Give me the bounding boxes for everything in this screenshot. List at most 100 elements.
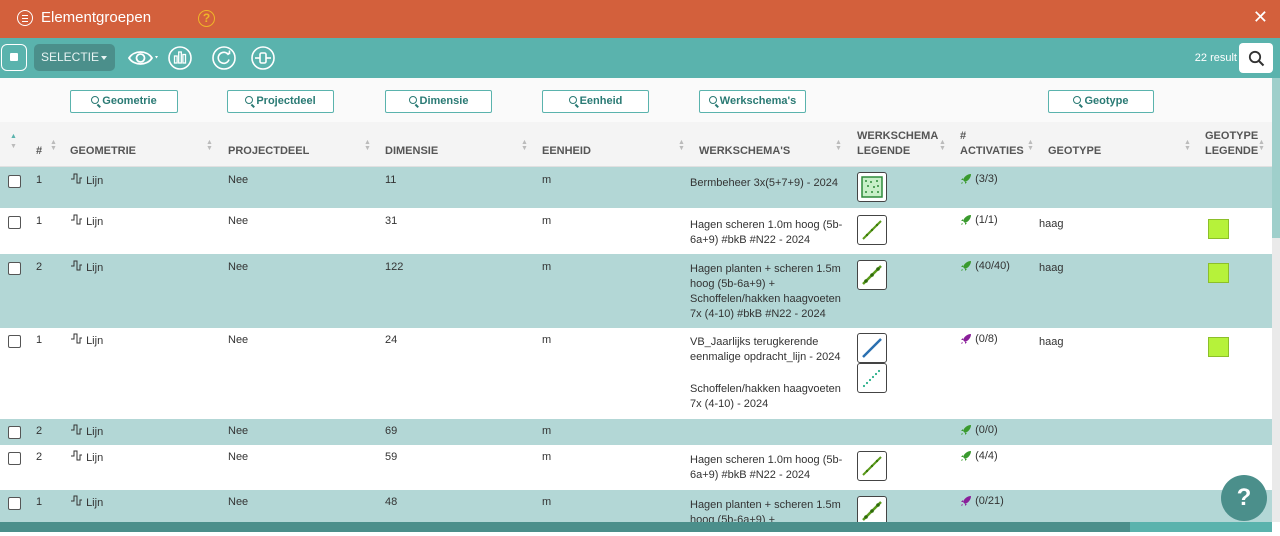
table-row[interactable]: 2 Lijn Nee 69 m (0/0) [0, 419, 1272, 445]
cell-projectdeel: Nee [228, 174, 249, 186]
row-checkbox[interactable] [8, 426, 21, 439]
line-geometry-icon [71, 214, 82, 225]
search-icon [708, 96, 717, 104]
cell-eenheid: m [542, 174, 552, 186]
help-fab-button[interactable]: ? [1221, 475, 1267, 521]
col-header-werkschema-legende[interactable]: WERKSCHEMA LEGENDE [857, 129, 938, 159]
werkschema-legend-swatch[interactable] [857, 333, 887, 363]
search-icon [1248, 50, 1265, 67]
geotype-legend-swatch [1208, 263, 1229, 283]
cell-num: 2 [36, 261, 43, 273]
sort-icon[interactable]: ▲ ▼ [364, 139, 371, 152]
sort-up-icon[interactable]: ▲ [10, 133, 17, 140]
line-geometry-icon [71, 424, 82, 435]
col-header-activaties[interactable]: # ACTIVATIES [960, 129, 1024, 159]
filter-geotype-button[interactable]: Geotype [1048, 90, 1154, 113]
cell-eenheid: m [542, 261, 552, 273]
col-header-dimensie[interactable]: DIMENSIE [385, 144, 438, 159]
werkschema-legend-swatch[interactable] [857, 172, 887, 202]
cell-projectdeel: Nee [228, 451, 249, 463]
sort-icon[interactable]: ▲ ▼ [521, 139, 528, 152]
activaties-text: (0/21) [975, 495, 1004, 507]
help-icon[interactable]: ? [198, 10, 215, 27]
header-line: GEOTYPE [1205, 130, 1259, 142]
header-line: WERKSCHEMA [857, 130, 939, 142]
col-header-geotype[interactable]: GEOTYPE [1048, 144, 1101, 159]
filter-werkschemas-button[interactable]: Werkschema's [699, 90, 806, 113]
vertical-scrollbar[interactable] [1272, 78, 1280, 522]
table-row[interactable]: 2 Lijn Nee 122 m Hagen planten + scheren… [0, 254, 1272, 328]
cell-dimensie: 31 [385, 215, 398, 227]
filter-dimensie-button[interactable]: Dimensie [385, 90, 492, 113]
rocket-icon [961, 425, 971, 436]
cell-dimensie: 11 [385, 174, 397, 186]
toolbar: SELECTIE 22 result [0, 38, 1280, 78]
col-header-num[interactable]: # [36, 144, 42, 159]
search-icon [568, 96, 577, 104]
sort-icon[interactable]: ▲ ▼ [50, 139, 57, 152]
activaties-text: (3/3) [975, 173, 998, 185]
werkschema-legend-swatch[interactable] [857, 260, 887, 290]
cell-werkschema: Bermbeheer 3x(5+7+9) - 2024 [690, 177, 838, 189]
sort-icon[interactable]: ▲ ▼ [206, 139, 213, 152]
col-header-eenheid[interactable]: EENHEID [542, 144, 591, 159]
table-row[interactable]: 2 Lijn Nee 59 m Hagen scheren 1.0m hoog … [0, 445, 1272, 490]
cell-werkschema: Hagen scheren 1.0m hoog (5b-6a+9) #bkB #… [690, 219, 843, 246]
werkschema-legend-swatch[interactable] [857, 215, 887, 245]
cell-eenheid: m [542, 496, 552, 508]
row-checkbox[interactable] [8, 175, 21, 188]
activaties-text: (4/4) [975, 450, 998, 462]
row-checkbox[interactable] [8, 335, 21, 348]
filter-projectdeel-button[interactable]: Projectdeel [227, 90, 334, 113]
close-icon[interactable]: ✕ [1253, 7, 1268, 27]
search-icon [408, 96, 417, 104]
col-header-werkschemas[interactable]: WERKSCHEMA'S [699, 144, 790, 159]
eye-icon[interactable] [127, 46, 161, 70]
col-header-geotype-legende[interactable]: GEOTYPE LEGENDE [1205, 129, 1258, 159]
werkschema-legend-swatch[interactable] [857, 496, 887, 522]
bar-chart-icon[interactable] [168, 46, 192, 70]
table-row[interactable]: 1 Lijn Nee 24 m VB_Jaarlijks terugkerend… [0, 328, 1272, 419]
col-header-projectdeel[interactable]: PROJECTDEEL [228, 144, 309, 159]
row-checkbox[interactable] [8, 452, 21, 465]
scrollbar-thumb[interactable] [0, 522, 1130, 532]
sort-icon[interactable]: ▲ ▼ [1258, 139, 1265, 152]
sort-icon[interactable]: ▲ ▼ [1027, 139, 1034, 152]
col-header-geometrie[interactable]: GEOMETRIE [70, 144, 136, 159]
row-checkbox[interactable] [8, 216, 21, 229]
cell-dimensie: 59 [385, 451, 398, 463]
geometrie-text: Lijn [86, 175, 104, 187]
header-line: ACTIVATIES [960, 145, 1024, 157]
selectie-dropdown[interactable]: SELECTIE [34, 44, 115, 71]
cell-geometrie: Lijn [70, 424, 103, 440]
toggle-slider-icon[interactable] [251, 46, 275, 70]
table-row[interactable]: 1 Lijn Nee 11 m Bermbeheer 3x(5+7+9) - 2… [0, 167, 1272, 208]
cell-projectdeel: Nee [228, 496, 249, 508]
cell-geometrie: Lijn [70, 333, 103, 349]
sort-icon[interactable]: ▲ ▼ [939, 139, 946, 152]
werkschema-legend-swatch[interactable] [857, 451, 887, 481]
row-checkbox[interactable] [8, 262, 21, 275]
cell-num: 1 [36, 334, 43, 346]
table-row[interactable]: 1 Lijn Nee 31 m Hagen scheren 1.0m hoog … [0, 208, 1272, 254]
dotted-area-legend-icon [861, 176, 883, 198]
sort-icon[interactable]: ▲ ▼ [1184, 139, 1191, 152]
scrollbar-thumb[interactable] [1272, 78, 1280, 238]
row-checkbox[interactable] [8, 497, 21, 510]
list-menu-icon[interactable] [17, 10, 33, 26]
sort-icon[interactable]: ▲ ▼ [678, 139, 685, 152]
werkschema-legend-swatch[interactable] [857, 363, 887, 393]
refresh-icon[interactable] [212, 46, 236, 70]
filter-eenheid-button[interactable]: Eenheid [542, 90, 649, 113]
stop-button[interactable] [1, 44, 27, 71]
filter-label: Geotype [1084, 95, 1129, 107]
cell-dimensie: 122 [385, 261, 404, 273]
table-row[interactable]: 1 Lijn Nee 48 m Hagen planten + scheren … [0, 490, 1272, 522]
search-button[interactable] [1239, 43, 1273, 73]
sort-icon[interactable]: ▲ ▼ [835, 139, 842, 152]
filter-geometrie-button[interactable]: Geometrie [70, 90, 178, 113]
sort-down-icon[interactable]: ▼ [10, 143, 17, 150]
horizontal-scrollbar[interactable] [0, 522, 1272, 532]
cell-werkschema: Hagen scheren 1.0m hoog (5b-6a+9) #bkB #… [690, 454, 843, 481]
cell-activaties: (40/40) [960, 260, 1010, 272]
